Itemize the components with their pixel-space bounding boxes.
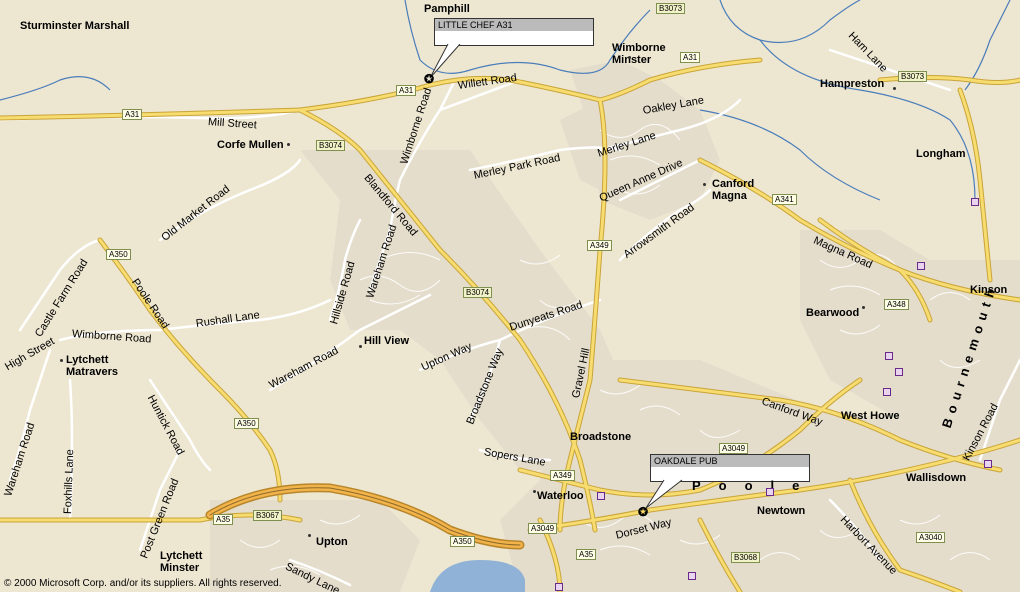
shield-a350-north: A350	[106, 249, 131, 260]
shield-a31-little-chef: A31	[396, 85, 417, 96]
shield-b3073-north: B3073	[656, 3, 686, 14]
place-dot	[703, 183, 706, 186]
place-wallisdown: Wallisdown	[906, 472, 967, 484]
shield-a350-south: A350	[450, 536, 475, 547]
place-lytchett-minster: Lytchett Minster	[160, 550, 203, 574]
poi-marker[interactable]	[917, 262, 925, 270]
poi-marker[interactable]	[885, 352, 893, 360]
place-west-howe: West Howe	[841, 410, 900, 422]
place-hill-view: Hill View	[364, 335, 410, 347]
shield-a31-wimborne: A31	[680, 52, 701, 63]
water-body	[430, 560, 525, 592]
poi-marker[interactable]	[688, 572, 696, 580]
callout-oakdale-pub-title: OAKDALE PUB	[651, 455, 809, 467]
place-dot	[287, 143, 290, 146]
poi-marker[interactable]	[555, 583, 563, 591]
poi-marker[interactable]	[984, 460, 992, 468]
place-dot	[862, 306, 865, 309]
place-wimborne-minster: Wimborne Minster	[612, 42, 666, 66]
place-upton: Upton	[316, 536, 348, 548]
shield-a35-west: A35	[213, 514, 234, 525]
shield-a349-south: A349	[550, 470, 575, 481]
place-canford-magna: Canford Magna	[712, 178, 755, 202]
shield-a348: A348	[884, 299, 909, 310]
place-hampreston: Hampreston	[820, 78, 885, 90]
pin-oakdale-pub-icon[interactable]: ✪	[638, 505, 648, 519]
shield-b3074-north: B3074	[316, 140, 346, 151]
shield-a3040: A3040	[916, 532, 946, 543]
callout-little-chef-title: LITTLE CHEF A31	[435, 19, 593, 31]
place-broadstone: Broadstone	[570, 431, 632, 443]
shield-b3068: B3068	[731, 552, 761, 563]
poi-marker[interactable]	[766, 488, 774, 496]
shield-a35-east: A35	[576, 549, 597, 560]
place-longham: Longham	[916, 148, 966, 160]
shield-b3074-south: B3074	[463, 287, 493, 298]
poi-marker[interactable]	[883, 388, 891, 396]
shield-b3073-east: B3073	[898, 71, 928, 82]
poi-marker[interactable]	[971, 198, 979, 206]
shield-a3049-west: A3049	[528, 523, 558, 534]
place-dot	[533, 490, 536, 493]
place-dot	[893, 87, 896, 90]
map-canvas[interactable]: Sturminster Marshall Pamphill Wimborne M…	[0, 0, 1020, 592]
place-dot	[359, 345, 362, 348]
place-corfe-mullen: Corfe Mullen	[217, 139, 284, 151]
shield-b3067: B3067	[253, 510, 283, 521]
place-newtown: Newtown	[757, 505, 806, 517]
shield-a3049-east: A3049	[719, 443, 749, 454]
place-lytchett-matravers: Lytchett Matravers	[66, 354, 118, 378]
shield-a31-west: A31	[122, 109, 143, 120]
pin-little-chef-icon[interactable]: ✪	[424, 72, 434, 86]
place-dot	[308, 534, 311, 537]
callout-little-chef[interactable]: LITTLE CHEF A31	[434, 18, 594, 46]
copyright-notice: © 2000 Microsoft Corp. and/or its suppli…	[4, 578, 282, 589]
shield-a349-north: A349	[587, 240, 612, 251]
place-waterloo: Waterloo	[537, 490, 584, 502]
place-dot	[628, 56, 631, 59]
shield-a341: A341	[772, 194, 797, 205]
road-foxhills-lane: Foxhills Lane	[62, 449, 77, 515]
callout-oakdale-pointer	[645, 479, 683, 509]
area-label-poole: Poole	[692, 478, 818, 493]
place-pamphill: Pamphill	[424, 3, 470, 15]
place-bearwood: Bearwood	[806, 307, 860, 319]
poi-marker[interactable]	[895, 368, 903, 376]
place-sturminster-marshall: Sturminster Marshall	[20, 20, 130, 32]
shield-a350-mid: A350	[234, 418, 259, 429]
poi-marker[interactable]	[597, 492, 605, 500]
place-dot	[60, 359, 63, 362]
